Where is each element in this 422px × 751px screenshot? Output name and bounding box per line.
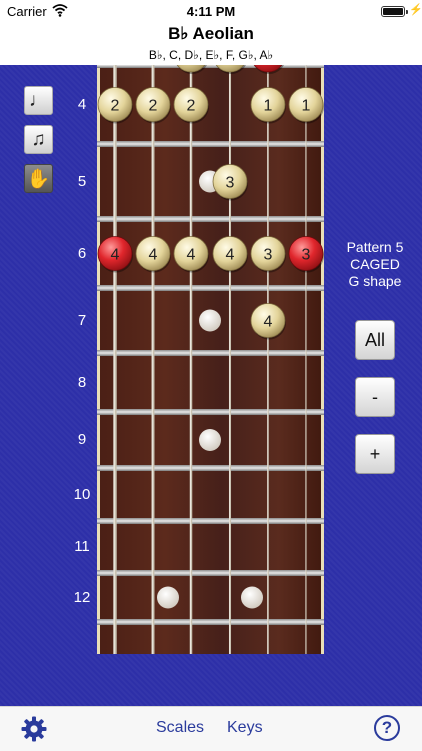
binding-right <box>321 65 324 654</box>
inlay-marker <box>157 586 179 609</box>
single-note-icon: ♩ <box>29 89 48 111</box>
help-icon: ? <box>381 718 393 737</box>
finger-label: 3 <box>302 247 311 264</box>
help-button[interactable]: ? <box>374 715 400 741</box>
inlay-marker <box>241 586 263 609</box>
double-note-button[interactable]: ♫ <box>24 125 53 154</box>
fretboard-wood <box>97 65 324 654</box>
status-bar: Carrier 4:11 PM ⚡ <box>0 0 422 22</box>
tab-bar: Scales Keys ? <box>0 706 422 751</box>
fret-wire <box>97 216 324 222</box>
finger-label: 4 <box>226 247 235 264</box>
pattern-shape: G shape <box>348 273 402 289</box>
finger-label: 2 <box>111 98 120 115</box>
finger-label: 3 <box>226 175 235 192</box>
fret-number: 6 <box>77 244 87 262</box>
finger-label: 1 <box>264 98 273 115</box>
double-note-icon: ♫ <box>31 128 46 150</box>
fret-number: 12 <box>73 588 91 606</box>
fret-wire <box>97 350 324 356</box>
clock: 4:11 PM <box>186 4 236 19</box>
inlay-marker <box>199 429 221 451</box>
finger-label: 4 <box>187 247 196 264</box>
fret-number: 5 <box>77 172 87 190</box>
fret-wire <box>97 465 324 471</box>
finger-label: 4 <box>264 314 273 331</box>
fretboard[interactable]: 1112221134444334 <box>97 65 324 654</box>
pattern-label: Pattern 5 CAGED G shape <box>328 239 422 290</box>
settings-gear-icon[interactable] <box>21 716 47 742</box>
hand-button[interactable]: ✋ <box>24 164 53 193</box>
fret-number: 8 <box>77 373 87 391</box>
scale-title: B♭ Aeolian <box>168 24 254 43</box>
fret-number: 11 <box>74 538 90 555</box>
fret-numbers: 3 4 5 6 7 8 9 10 11 12 <box>62 46 102 654</box>
fret-wire <box>97 141 324 147</box>
finger-label: 2 <box>187 98 196 115</box>
board-area: ♩ ♫ ✋ 3 4 5 6 7 8 9 10 11 12 2 2 2 1 1 3… <box>0 46 422 706</box>
finger-label: 1 <box>302 98 311 115</box>
fret-number: 7 <box>77 311 87 329</box>
single-note-button[interactable]: ♩ <box>24 86 53 115</box>
finger-label: 3 <box>264 247 273 264</box>
fret-number: 9 <box>77 431 87 448</box>
binding-left <box>97 65 100 654</box>
finger-label: 4 <box>111 247 120 264</box>
all-patterns-button[interactable]: All <box>355 320 395 360</box>
next-pattern-button[interactable]: + <box>355 434 395 474</box>
finger-label: 2 <box>149 98 158 115</box>
inlay-marker <box>199 309 221 332</box>
tab-keys[interactable]: Keys <box>227 719 263 737</box>
fret-wire <box>97 619 324 625</box>
pattern-name: Pattern 5 <box>346 239 404 255</box>
fret-wire <box>97 285 324 291</box>
battery-icon <box>381 6 408 17</box>
finger-label: 4 <box>149 247 158 264</box>
charging-icon: ⚡ <box>409 4 422 16</box>
fret-wire <box>97 409 324 415</box>
fret-wire <box>97 518 324 524</box>
hand-icon: ✋ <box>26 168 51 190</box>
fret-wire <box>97 570 324 576</box>
tab-scales[interactable]: Scales <box>156 719 204 737</box>
fret-number: 3 <box>77 46 87 63</box>
previous-pattern-button[interactable]: - <box>355 377 395 417</box>
pattern-system: CAGED <box>350 256 400 272</box>
fretboard-canvas[interactable]: 1112221134444334 <box>97 65 324 654</box>
fret-number: 10 <box>73 485 91 503</box>
fret-number: 4 <box>77 95 87 113</box>
